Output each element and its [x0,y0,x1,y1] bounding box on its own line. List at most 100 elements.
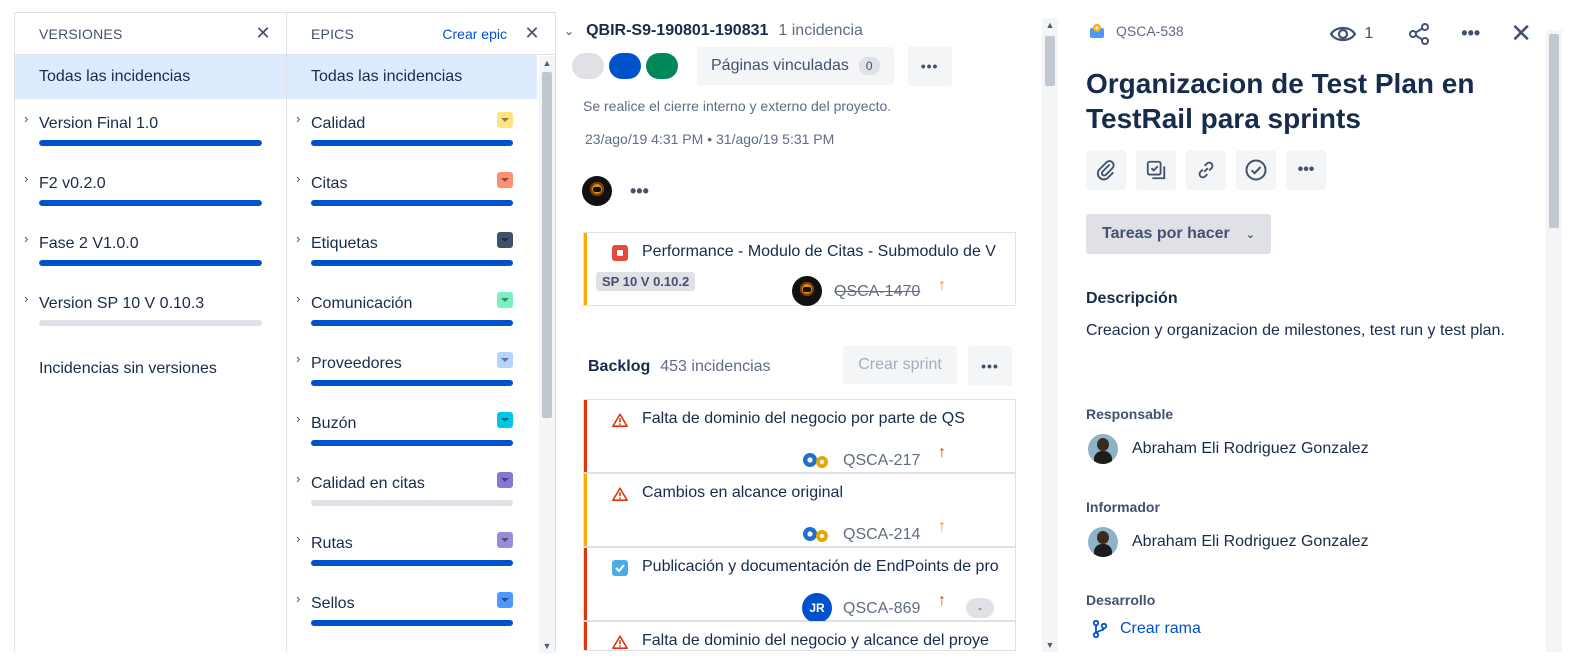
epics-all-issues[interactable]: Todas las incidencias [287,55,537,99]
epic-color-dropdown-icon[interactable] [497,232,513,248]
epic-color-dropdown-icon[interactable] [497,592,513,608]
share-button[interactable] [1407,22,1431,46]
epic-item[interactable]: › Sellos [287,579,537,639]
epic-color-dropdown-icon[interactable] [497,532,513,548]
description-text[interactable]: Creacion y organizacion de milestones, t… [1086,316,1506,345]
scroll-up-icon[interactable]: ▲ [539,58,555,68]
more-assignees-icon[interactable]: ••• [630,181,649,202]
reporter-field[interactable]: Abraham Eli Rodriguez Gonzalez [1088,527,1369,557]
backlog-scrollbar[interactable]: ▲ ▼ [1042,18,1058,652]
issue-key[interactable]: QSCA-214 [843,526,920,544]
create-branch-link[interactable]: Crear rama [1092,620,1201,638]
issues-without-versions[interactable]: Incidencias sin versiones [15,339,286,399]
linked-pages-button[interactable]: Páginas vinculadas 0 [697,47,894,85]
epic-progress-fill [311,200,513,206]
issue-title[interactable]: Organizacion de Test Plan en TestRail pa… [1086,66,1526,136]
versions-title: VERSIONES [39,25,123,42]
epic-color-dropdown-icon[interactable] [497,172,513,188]
chevron-right-icon[interactable]: › [296,531,300,546]
backlog-more-button[interactable]: ••• [968,346,1012,386]
close-epics-icon[interactable]: ✕ [523,23,541,44]
story-points-badge[interactable]: - [966,598,994,618]
detail-scrollbar[interactable] [1546,30,1562,652]
epics-scrollbar[interactable]: ▲ ▼ [539,56,555,653]
version-label: Version Final 1.0 [39,115,159,132]
backlog-count: 453 incidencias [660,358,771,375]
watchers-button[interactable]: 1 [1330,25,1373,43]
issue-key-link[interactable]: QSCA-538 [1116,23,1184,39]
sprint-status-dot[interactable] [646,53,678,79]
versions-list: › Version Final 1.0 › F2 v0.2.0 › Fase 2 V1.0… [15,99,286,339]
chevron-right-icon[interactable]: › [296,291,300,306]
linked-pages-count: 0 [858,57,880,75]
chevron-right-icon[interactable]: › [296,411,300,426]
sprint-more-button[interactable]: ••• [907,46,952,86]
create-epic-link[interactable]: Crear epic [442,26,507,42]
version-item[interactable]: › Version Final 1.0 [15,99,286,159]
epic-item[interactable]: › Proveedores [287,339,537,399]
chevron-right-icon[interactable]: › [24,111,28,126]
chevron-right-icon[interactable]: › [296,111,300,126]
scrollbar-thumb[interactable] [1045,36,1055,86]
close-versions-icon[interactable]: ✕ [254,23,272,44]
epic-color-dropdown-icon[interactable] [497,472,513,488]
epic-item[interactable]: › Citas [287,159,537,219]
epic-item[interactable]: › Buzón [287,399,537,459]
fix-version-tag[interactable]: SP 10 V 0.10.2 [596,272,696,291]
attach-button[interactable] [1086,150,1126,190]
status-dropdown[interactable]: Tareas por hacer ⌄ [1086,214,1271,254]
scroll-down-icon[interactable]: ▼ [539,641,555,651]
subtask-button[interactable] [1136,150,1176,190]
sprint-name[interactable]: QBIR-S9-190801-190831 [586,22,768,40]
close-icon[interactable]: ✕ [1510,18,1532,49]
create-sprint-button[interactable]: Crear sprint [843,346,957,384]
backlog-issue-card[interactable]: Falta de dominio del negocio y alcance d… [583,621,1016,651]
link-issue-button[interactable] [1186,150,1226,190]
reporter-name: Abraham Eli Rodriguez Gonzalez [1132,533,1369,550]
version-progress-bar [39,320,262,326]
chevron-right-icon[interactable]: › [296,231,300,246]
assignee-field[interactable]: Abraham Eli Rodriguez Gonzalez [1088,434,1369,464]
chevron-right-icon[interactable]: › [24,291,28,306]
epic-color-dropdown-icon[interactable] [497,292,513,308]
approval-button[interactable] [1236,150,1276,190]
chevron-right-icon[interactable]: › [296,471,300,486]
chevron-right-icon[interactable]: › [24,171,28,186]
epic-color-dropdown-icon[interactable] [497,412,513,428]
more-icon[interactable]: ••• [1461,23,1480,44]
epic-item[interactable]: › Comunicación [287,279,537,339]
sprint-status-dot[interactable] [609,53,641,79]
assignee-avatar[interactable] [582,176,612,206]
epic-color-dropdown-icon[interactable] [497,352,513,368]
backlog-issue-card[interactable]: Publicación y documentación de EndPoints… [583,547,1016,623]
scrollbar-thumb[interactable] [542,72,552,418]
backlog-issue-card[interactable]: Cambios en alcance original QSCA-214 ↑ [583,473,1016,547]
epic-item[interactable]: › Calidad [287,99,537,159]
issue-key[interactable]: QSCA-869 [843,600,920,618]
more-actions-button[interactable]: ••• [1286,150,1326,190]
epic-label: Proveedores [311,355,402,372]
version-progress-bar [39,140,262,146]
epic-color-dropdown-icon[interactable] [497,112,513,128]
backlog-issue-card[interactable]: Falta de dominio del negocio por parte d… [583,399,1016,473]
issue-key[interactable]: QSCA-217 [843,452,920,470]
version-item[interactable]: › Fase 2 V1.0.0 [15,219,286,279]
version-item[interactable]: › Version SP 10 V 0.10.3 [15,279,286,339]
scroll-up-icon[interactable]: ▲ [1042,20,1058,30]
version-item[interactable]: › F2 v0.2.0 [15,159,286,219]
chevron-down-icon[interactable]: ⌄ [564,24,574,38]
scrollbar-thumb[interactable] [1549,34,1559,228]
chevron-right-icon[interactable]: › [296,171,300,186]
epic-item[interactable]: › Etiquetas [287,219,537,279]
issue-key[interactable]: QSCA-1470 [834,283,920,301]
chevron-right-icon[interactable]: › [296,591,300,606]
sprint-status-dot[interactable] [572,53,604,79]
chevron-right-icon[interactable]: › [296,351,300,366]
sprint-issue-card[interactable]: Performance - Modulo de Citas - Submodul… [583,232,1016,306]
chevron-right-icon[interactable]: › [24,231,28,246]
scroll-down-icon[interactable]: ▼ [1042,640,1058,650]
versions-all-issues[interactable]: Todas las incidencias [15,55,286,99]
epic-item[interactable]: › Calidad en citas [287,459,537,519]
issue-toolbar: ••• [1086,150,1336,190]
epic-item[interactable]: › Rutas [287,519,537,579]
